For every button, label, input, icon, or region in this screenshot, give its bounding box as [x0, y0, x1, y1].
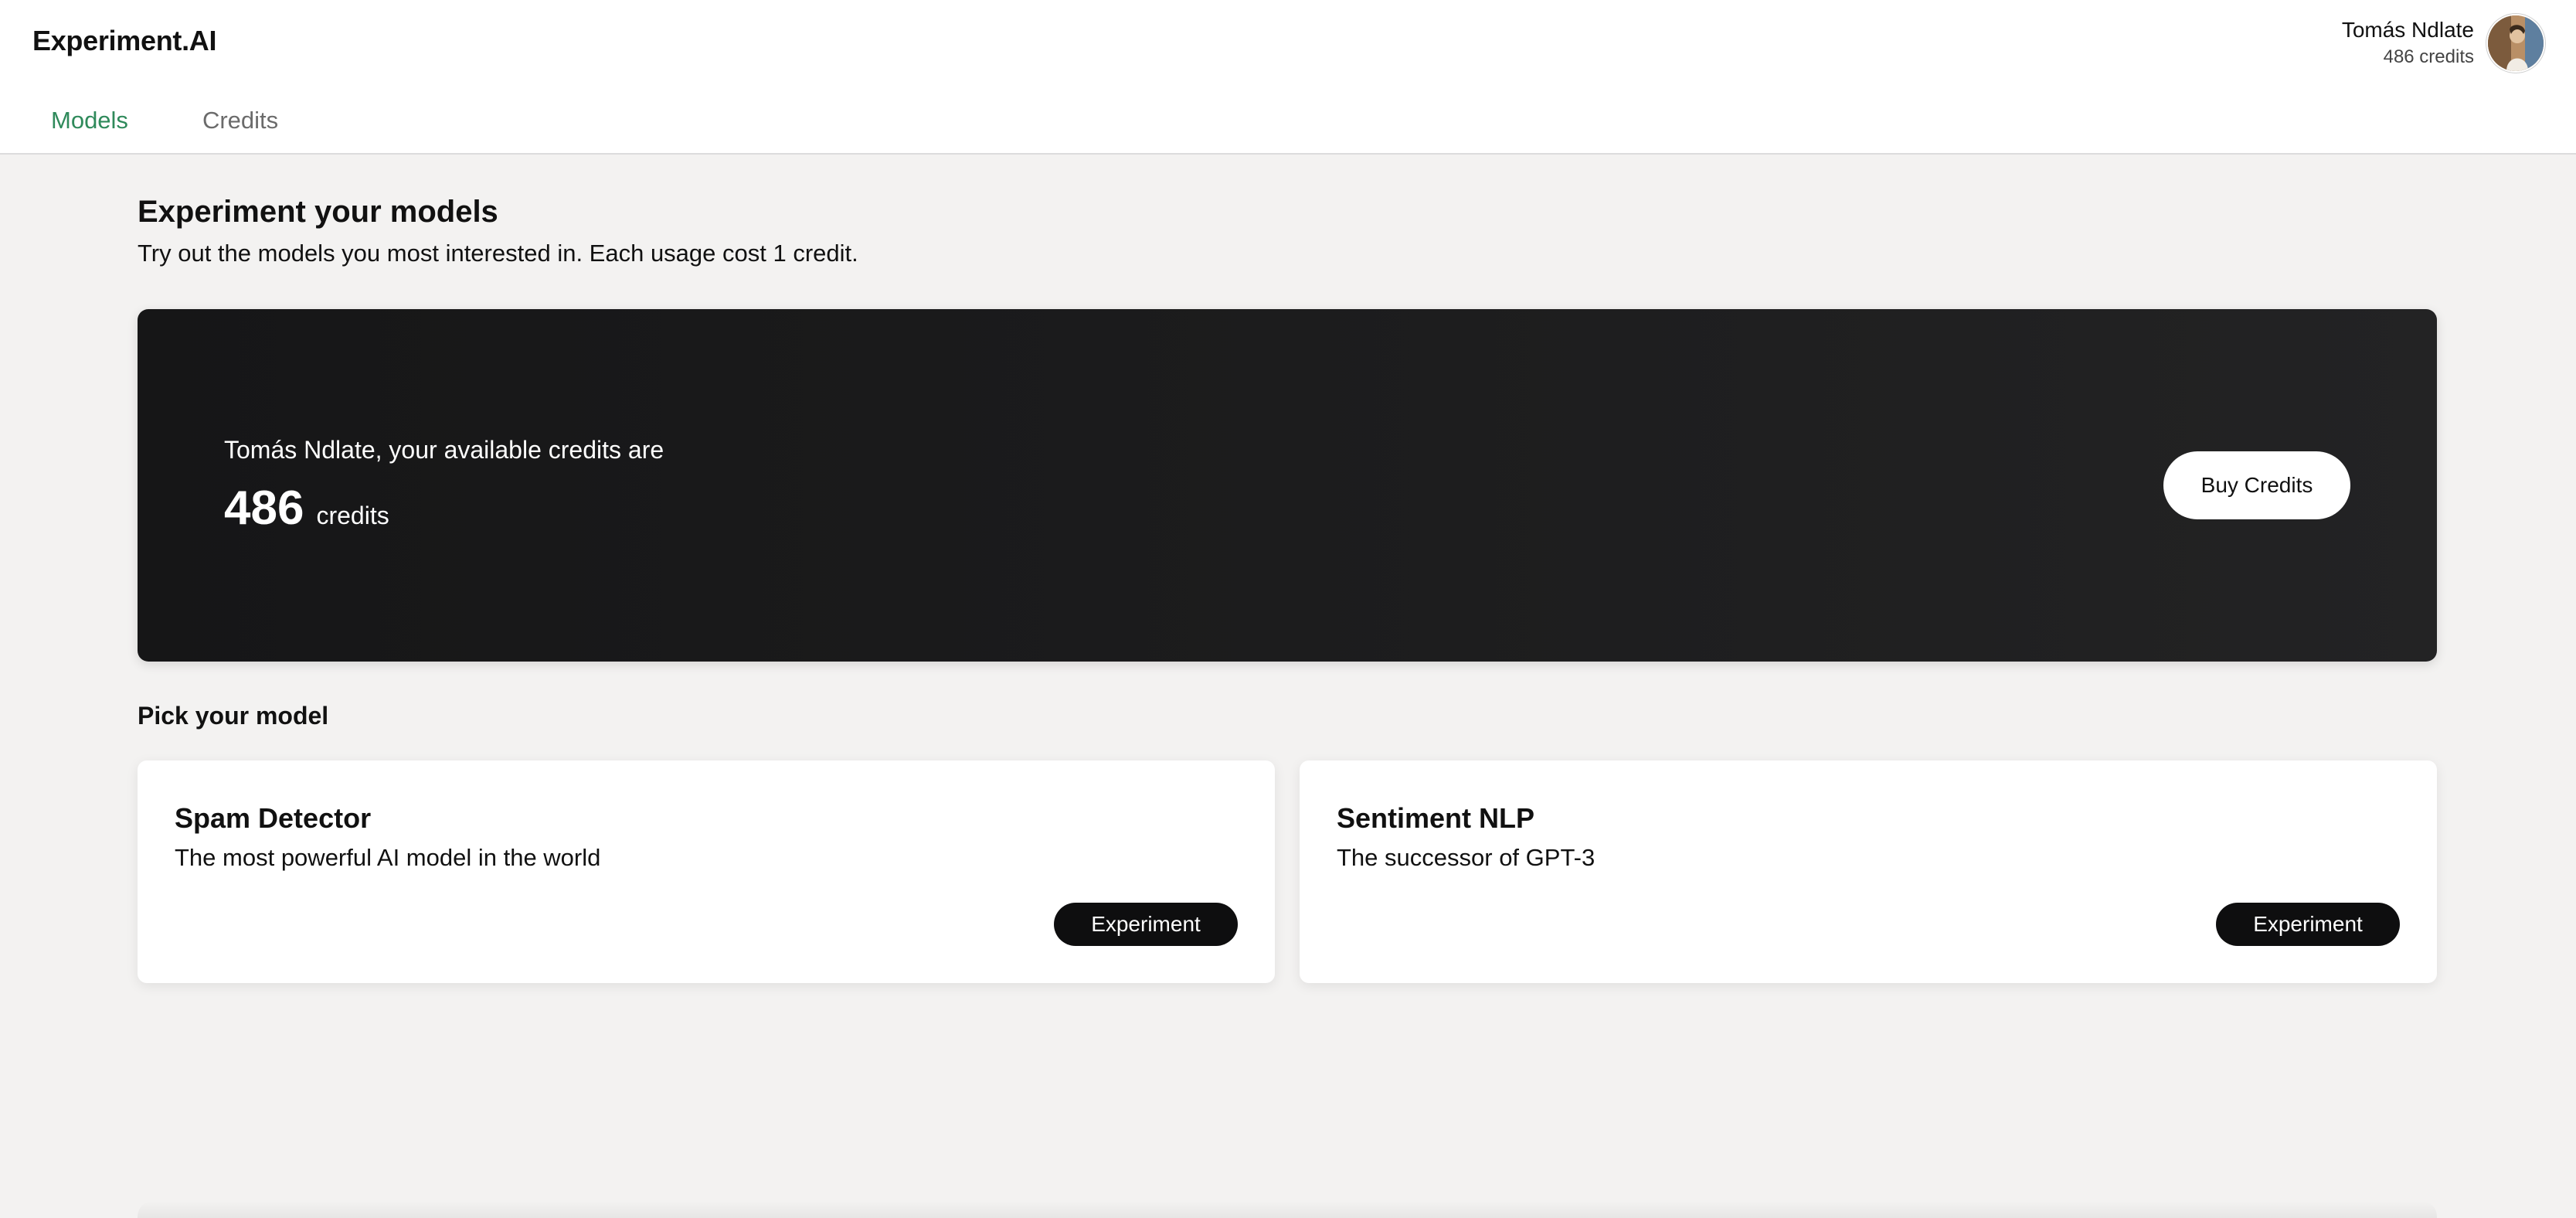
user-credits: 486 credits	[2383, 46, 2474, 67]
app-header: Experiment.AI Tomás Ndlate 486 credits M…	[0, 0, 2576, 155]
credits-amount: 486	[224, 481, 304, 535]
buy-credits-button[interactable]: Buy Credits	[2163, 451, 2350, 519]
credits-greeting: Tomás Ndlate, your available credits are	[224, 436, 664, 464]
user-info[interactable]: Tomás Ndlate 486 credits	[2342, 15, 2474, 70]
experiment-button-spam-detector[interactable]: Experiment	[1054, 903, 1238, 946]
tab-models[interactable]: Models	[32, 107, 147, 134]
brand-logo[interactable]: Experiment.AI	[32, 25, 216, 57]
credits-amount-row: 486 credits	[224, 481, 389, 536]
model-name: Sentiment NLP	[1337, 802, 1535, 834]
model-card-sentiment-nlp: Sentiment NLP The successor of GPT-3 Exp…	[1300, 760, 2437, 983]
user-avatar-icon	[2488, 15, 2544, 71]
main-nav: Models Credits	[32, 107, 297, 134]
credits-banner: Tomás Ndlate, your available credits are…	[138, 309, 2437, 662]
model-name: Spam Detector	[175, 802, 372, 834]
user-name: Tomás Ndlate	[2341, 18, 2474, 42]
pick-model-title: Pick your model	[138, 702, 329, 730]
page-subtitle: Try out the models you most interested i…	[138, 240, 858, 267]
model-description: The most powerful AI model in the world	[175, 844, 601, 871]
tab-credits[interactable]: Credits	[184, 107, 297, 134]
page-title: Experiment your models	[138, 195, 498, 229]
avatar[interactable]	[2488, 15, 2544, 71]
bottom-panel-edge	[138, 1201, 2437, 1218]
experiment-button-sentiment-nlp[interactable]: Experiment	[2216, 903, 2400, 946]
model-card-spam-detector: Spam Detector The most powerful AI model…	[138, 760, 1275, 983]
model-description: The successor of GPT-3	[1337, 844, 1596, 871]
credits-unit: credits	[316, 502, 389, 529]
